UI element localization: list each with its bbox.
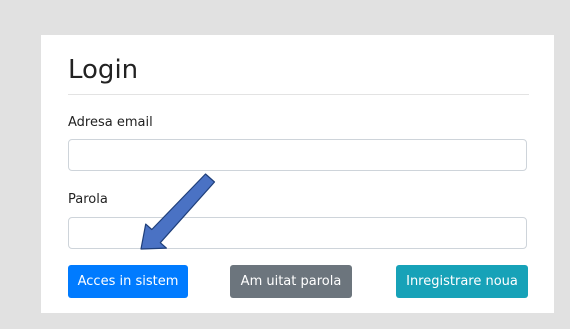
login-card: Login Adresa email Parola Acces in siste… (41, 35, 554, 313)
login-button[interactable]: Acces in sistem (68, 265, 188, 298)
email-label: Adresa email (68, 115, 153, 130)
title-divider (68, 94, 529, 95)
password-field[interactable] (68, 217, 527, 249)
password-label: Parola (68, 192, 108, 207)
forgot-password-button[interactable]: Am uitat parola (230, 265, 352, 298)
email-field[interactable] (68, 139, 527, 171)
register-button[interactable]: Inregistrare noua (396, 265, 528, 298)
page-title: Login (68, 55, 139, 85)
